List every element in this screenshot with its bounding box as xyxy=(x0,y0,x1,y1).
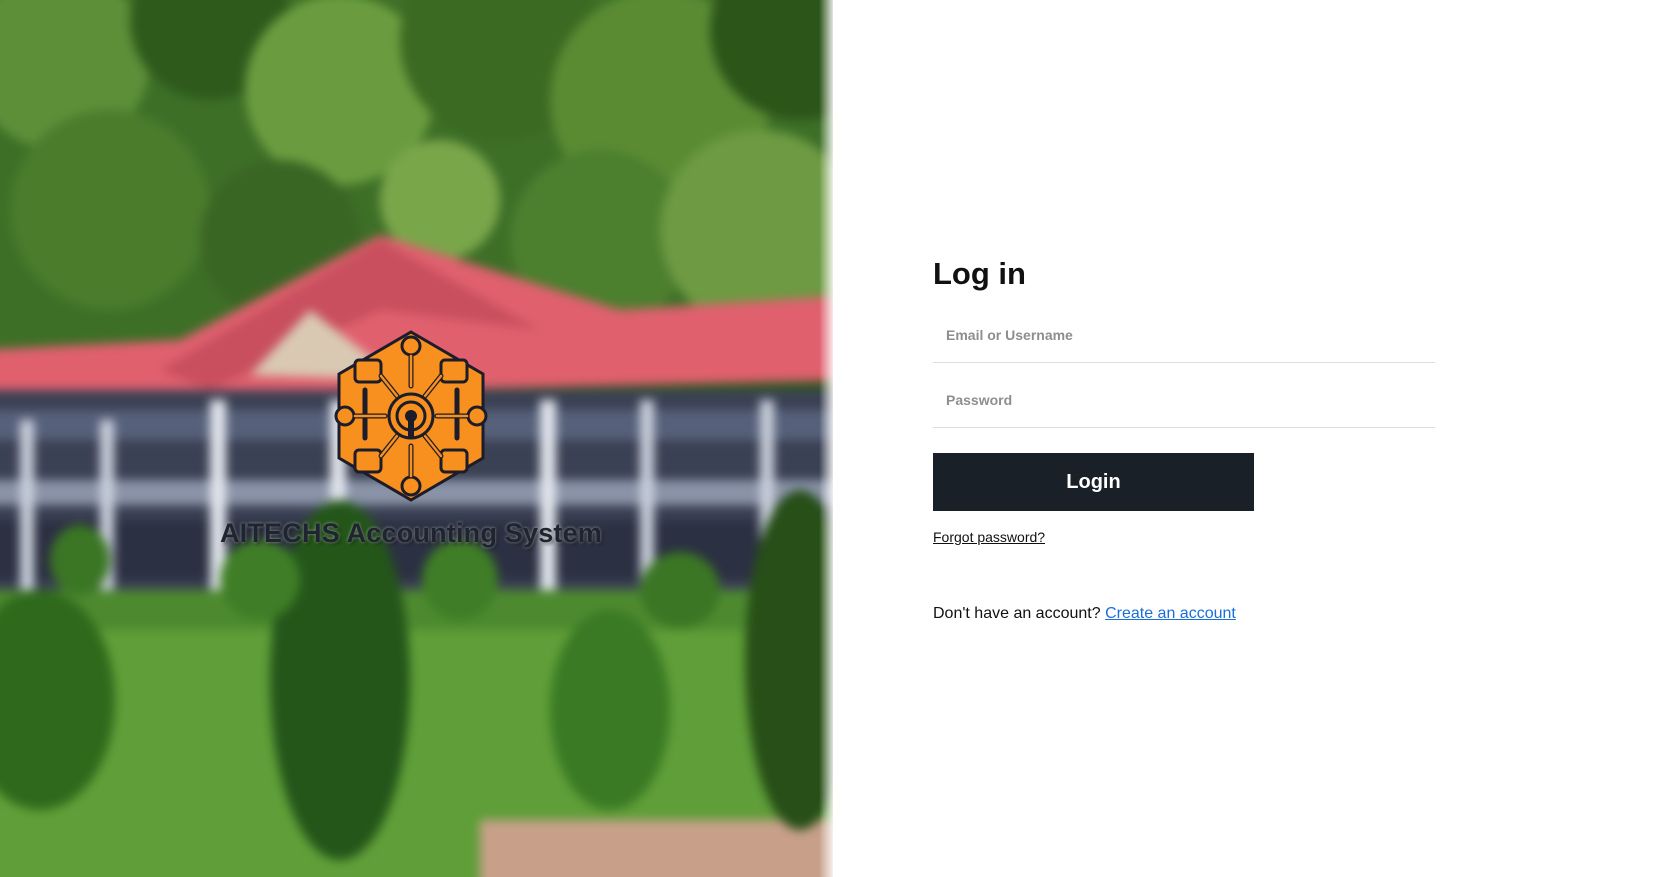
brand-name: AITECHS Accounting System xyxy=(219,518,603,548)
login-title: Log in xyxy=(933,256,1026,291)
brand-block: AITECHS Accounting System xyxy=(160,326,662,549)
signup-prompt: Don't have an account? xyxy=(933,605,1101,622)
login-page: AITECHS Accounting System Log in Login F… xyxy=(0,0,1665,877)
forgot-password-link[interactable]: Forgot password? xyxy=(933,529,1045,545)
login-button[interactable]: Login xyxy=(933,453,1254,511)
signup-row: Don't have an account? Create an account xyxy=(933,605,1435,623)
password-field-wrapper xyxy=(933,373,1435,428)
hero-edge-fade xyxy=(819,0,833,877)
username-input[interactable] xyxy=(933,308,1435,362)
username-field-wrapper xyxy=(933,308,1435,363)
hero-panel: AITECHS Accounting System xyxy=(0,0,833,877)
password-input[interactable] xyxy=(933,373,1435,427)
create-account-link[interactable]: Create an account xyxy=(1105,605,1236,622)
circuit-hexagon-logo-icon xyxy=(334,330,488,502)
login-form: Log in Login Forgot password? Don't have… xyxy=(933,252,1435,623)
